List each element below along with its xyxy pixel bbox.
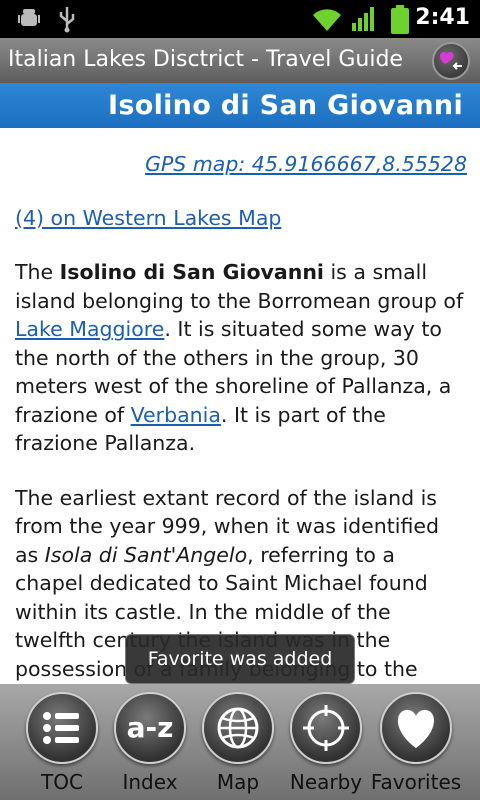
- wifi-icon: [313, 9, 341, 31]
- favorites-button[interactable]: Favorites: [370, 684, 462, 800]
- az-icon: a-z: [114, 692, 186, 764]
- map-link-row: (4) on Western Lakes Map: [15, 204, 467, 233]
- page-heading: Isolino di San Giovanni: [0, 83, 480, 128]
- map-button[interactable]: Map: [190, 684, 286, 800]
- toast-message: Favorite was added: [125, 634, 355, 684]
- status-time: 2:41: [415, 5, 470, 30]
- toc-label: TOC: [41, 770, 83, 794]
- page-title: Isolino di San Giovanni: [108, 90, 463, 121]
- map-label: Map: [216, 770, 260, 794]
- battery-icon: [391, 5, 409, 34]
- toc-button[interactable]: TOC: [14, 684, 110, 800]
- app-title: Italian Lakes Disctrict - Travel Guide: [8, 47, 403, 72]
- nearby-button[interactable]: Nearby: [278, 684, 374, 800]
- heart-icon: [380, 692, 452, 764]
- gps-map-link[interactable]: GPS map: 45.9166667,8.55528: [145, 152, 467, 176]
- nearby-label: Nearby: [289, 770, 363, 794]
- favorites-label: Favorites: [370, 770, 462, 794]
- western-lakes-map-link[interactable]: (4) on Western Lakes Map: [15, 206, 281, 230]
- heart-back-icon: [440, 52, 462, 70]
- app-title-bar: Italian Lakes Disctrict - Travel Guide: [0, 38, 480, 83]
- paragraph-1: The Isolino di San Giovanni is a small i…: [15, 258, 467, 458]
- crosshair-icon: [290, 692, 362, 764]
- verbania-link[interactable]: Verbania: [131, 403, 221, 427]
- text: The: [15, 260, 60, 284]
- signal-icon: [352, 7, 374, 31]
- globe-icon: [202, 692, 274, 764]
- list-icon: [26, 692, 98, 764]
- status-bar: 2:41: [0, 0, 480, 38]
- usb-icon: [59, 7, 75, 33]
- article-content: GPS map: 45.9166667,8.55528 (4) on Weste…: [15, 128, 467, 684]
- index-label: Index: [122, 770, 178, 794]
- android-debug-icon: [18, 9, 40, 26]
- lake-maggiore-link[interactable]: Lake Maggiore: [15, 317, 164, 341]
- italic-text: Isola di Sant'Angelo: [44, 542, 248, 567]
- gps-row: GPS map: 45.9166667,8.55528: [15, 150, 467, 179]
- bottom-toolbar: TOC a-z Index Map Nearby Favorites: [0, 684, 480, 800]
- index-button[interactable]: a-z Index: [102, 684, 198, 800]
- az-glyph: a-z: [127, 711, 174, 744]
- favorites-back-button[interactable]: [432, 42, 470, 80]
- bold-text: Isolino di San Giovanni: [59, 260, 324, 284]
